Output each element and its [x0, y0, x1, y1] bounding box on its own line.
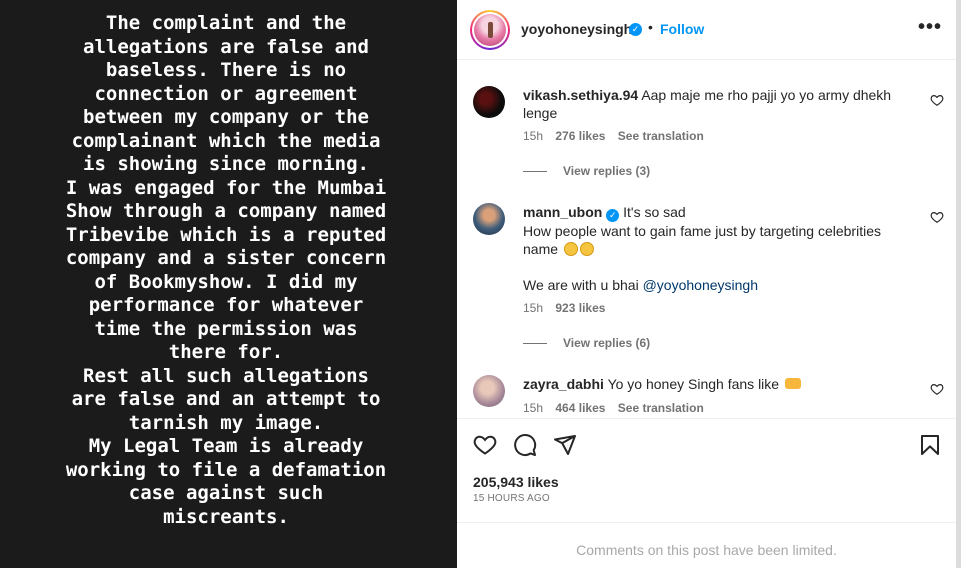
statement-line: miscreants. — [163, 505, 289, 528]
comment-time: 15h — [523, 129, 544, 143]
commenter-avatar[interactable] — [473, 203, 505, 235]
post-side-panel: yoyohoneysingh ✓ • Follow ••• vikash.set… — [457, 0, 956, 568]
post-time-ago[interactable]: 15 HOURS AGO — [473, 493, 550, 504]
story-image-panel: The complaint and the allegations are fal… — [0, 0, 457, 568]
comment-meta: 15h 464 likes See translation — [523, 401, 713, 415]
verified-badge-icon: ✓ — [606, 209, 620, 222]
comment-time: 15h — [523, 301, 544, 315]
comment-time: 15h — [523, 401, 544, 415]
statement-line: complainant which the media — [71, 129, 381, 152]
commenter-username[interactable]: vikash.sethiya.94 — [523, 87, 638, 103]
statement-line: Tribevibe which is a reputed — [65, 223, 387, 246]
view-replies-button[interactable]: View replies (6) — [523, 336, 650, 350]
verified-badge-icon: ✓ — [629, 23, 642, 36]
commenter-username[interactable]: zayra_dabhi — [523, 376, 604, 392]
more-options-icon[interactable]: ••• — [918, 16, 942, 39]
save-bookmark-icon[interactable] — [918, 433, 942, 457]
comment-likes[interactable]: 923 likes — [555, 301, 605, 315]
commenter-avatar[interactable] — [473, 375, 505, 407]
post-header: yoyohoneysingh ✓ • Follow ••• — [457, 0, 956, 60]
comments-limited-notice: Comments on this post have been limited. — [576, 542, 837, 558]
see-translation-link[interactable]: See translation — [618, 401, 704, 415]
statement-line: working to file a defamation — [65, 458, 387, 481]
follow-button[interactable]: Follow — [660, 21, 704, 37]
statement-line: of Bookmyshow. I did my — [94, 270, 358, 293]
statement-line: connection or agreement — [94, 82, 358, 105]
statement-line: performance for whatever — [88, 294, 364, 316]
commenter-avatar[interactable] — [473, 86, 505, 118]
sad-face-emoji-icon — [563, 242, 578, 256]
comment-content-line3: We are with u bhai — [523, 277, 639, 293]
statement-line: My Legal Team is already — [88, 435, 364, 457]
statement-line: Show through a company named — [65, 200, 387, 222]
statement-line: there for. — [168, 341, 284, 363]
see-translation-link[interactable]: See translation — [618, 129, 704, 143]
statement-line: time the permission was — [94, 317, 358, 340]
like-comment-heart-icon[interactable] — [930, 93, 944, 107]
comment-bubble-icon[interactable] — [513, 433, 537, 457]
view-replies-label[interactable]: View replies (3) — [563, 164, 650, 178]
share-send-icon[interactable] — [553, 433, 577, 457]
statement-text: The complaint and the allegations are fal… — [10, 12, 442, 529]
statement-line: case against such — [128, 482, 324, 504]
statement-line: are false and an attempt to — [71, 388, 381, 410]
statement-line: allegations are false and — [83, 35, 369, 58]
view-replies-button[interactable]: View replies (3) — [523, 164, 650, 178]
profile-avatar[interactable] — [470, 10, 510, 50]
statement-line: baseless. There is no — [105, 59, 347, 81]
separator-dot: • — [648, 19, 653, 35]
statement-line: tarnish my image. — [128, 411, 324, 434]
replies-line-divider — [523, 171, 547, 173]
statement-line: The complaint and the — [105, 12, 347, 34]
pointing-hand-emoji-icon — [784, 378, 801, 389]
comment-content: Yo yo honey Singh fans like — [607, 376, 780, 392]
post-likes-count[interactable]: 205,943 likes — [473, 474, 559, 490]
comment-text: vikash.sethiya.94 Aap maje me rho pajji … — [523, 86, 893, 122]
statement-line: I was engaged for the Mumbai — [65, 176, 387, 199]
comment-likes[interactable]: 464 likes — [555, 401, 605, 415]
statement-line: company and a sister concern — [65, 247, 387, 269]
comment-text: mann_ubon ✓ It's so sad How people want … — [523, 203, 893, 294]
statement-line: Rest all such allegations — [83, 364, 369, 387]
mention-link[interactable]: @yoyohoneysingh — [643, 277, 758, 293]
view-replies-label[interactable]: View replies (6) — [563, 336, 650, 350]
comment-likes[interactable]: 276 likes — [555, 129, 605, 143]
replies-line-divider — [523, 343, 547, 345]
commenter-username[interactable]: mann_ubon — [523, 204, 602, 220]
comment-content: It's so sad — [623, 204, 686, 220]
sad-face-emoji-icon — [579, 242, 594, 256]
statement-line: is showing since morning. — [83, 153, 369, 175]
comment-meta: 15h 923 likes — [523, 301, 614, 315]
like-comment-heart-icon[interactable] — [930, 382, 944, 396]
comments-divider — [457, 522, 956, 523]
post-author-username[interactable]: yoyohoneysingh — [521, 21, 632, 37]
comment-text: zayra_dabhi Yo yo honey Singh fans like — [523, 375, 893, 393]
like-heart-icon[interactable] — [473, 433, 497, 457]
comment-meta: 15h 276 likes See translation — [523, 129, 713, 143]
like-comment-heart-icon[interactable] — [930, 210, 944, 224]
actions-divider — [457, 418, 956, 419]
window-edge — [956, 0, 961, 568]
statement-line: between my company or the — [83, 106, 369, 128]
